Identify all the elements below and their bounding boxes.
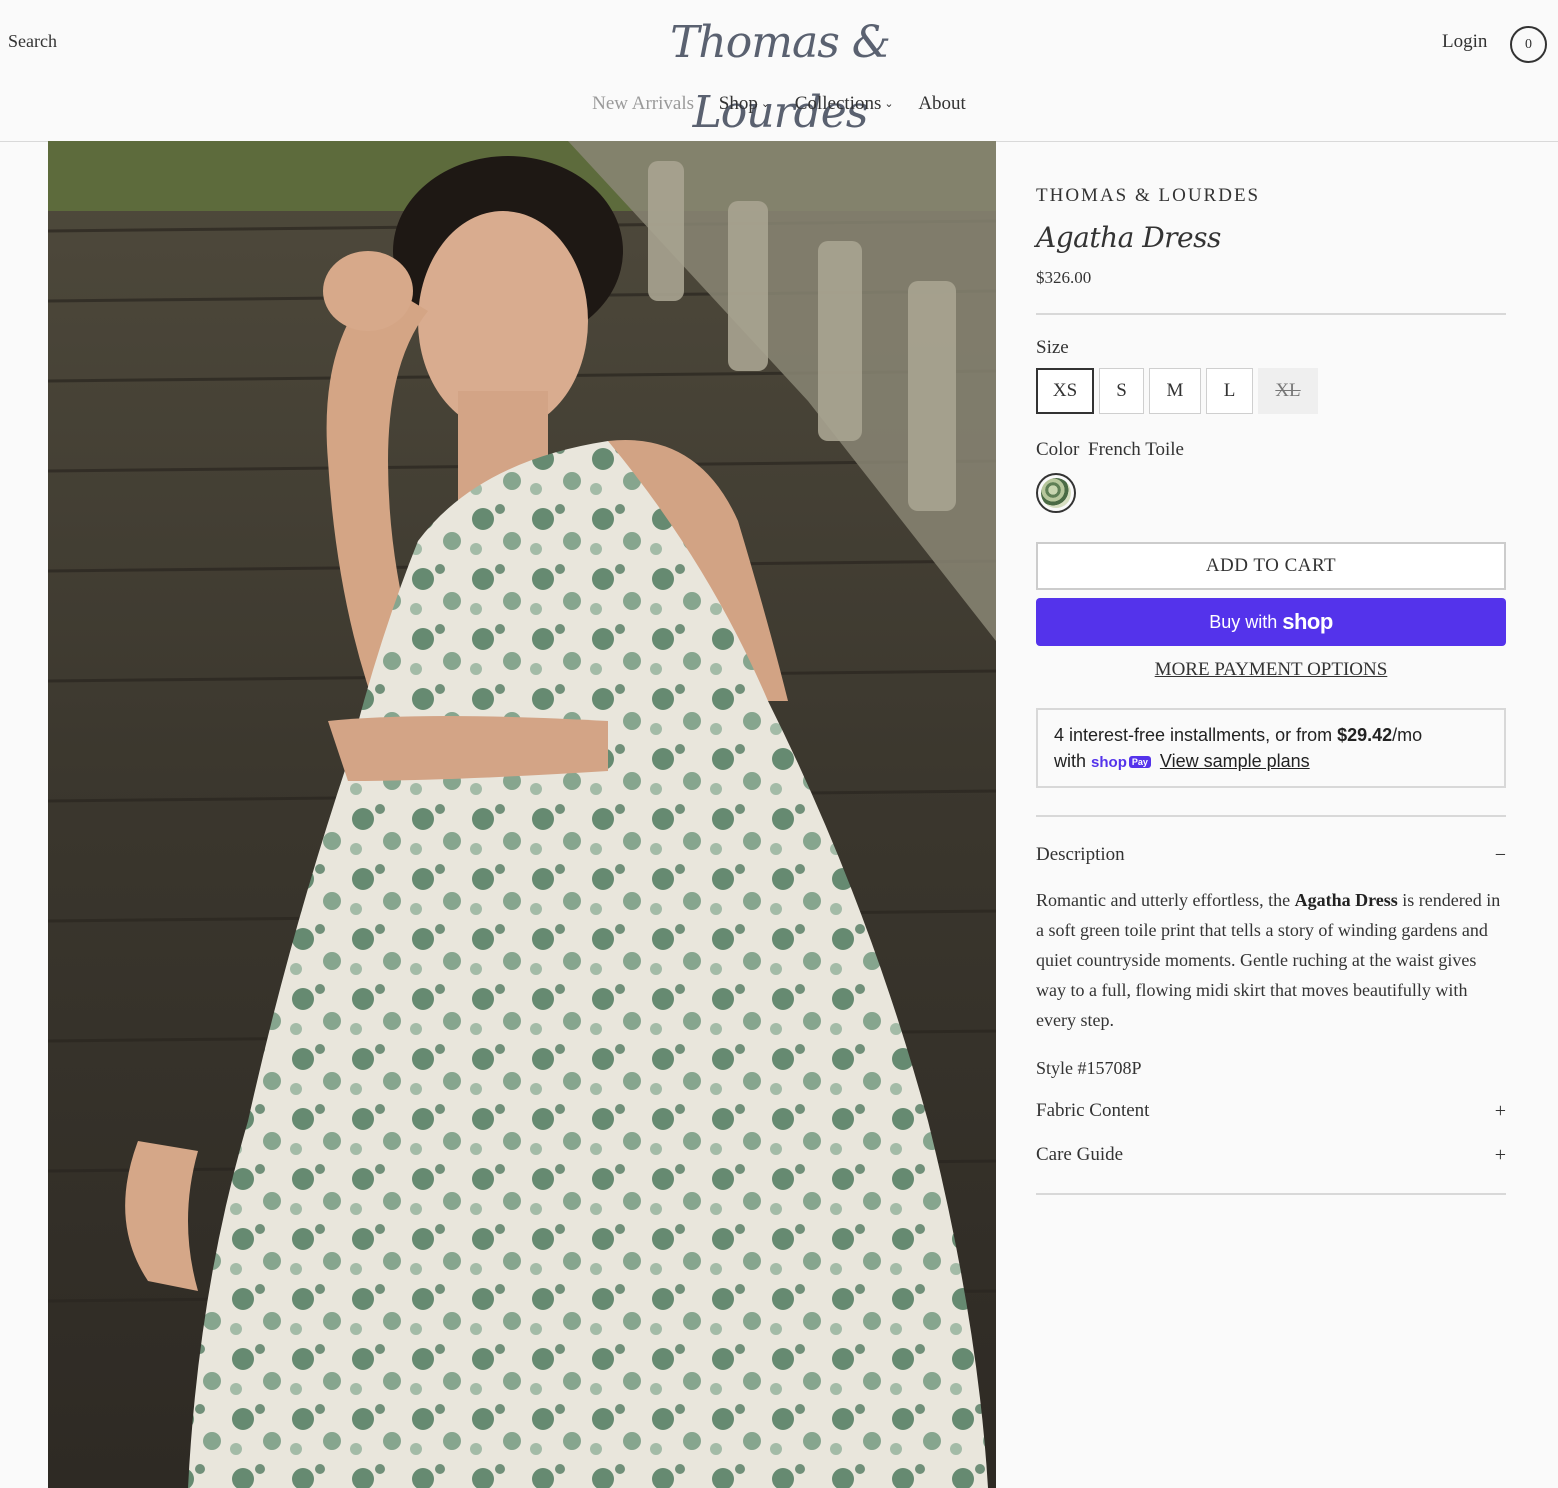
chevron-down-icon: ⌄ <box>884 98 894 110</box>
installments-text: 4 interest-free installments, or from <box>1054 725 1338 745</box>
description-accordion-header[interactable]: Description − <box>1036 844 1506 866</box>
buy-with-shop-button[interactable]: Buy with shop <box>1036 598 1506 646</box>
style-number: Style #15708P <box>1036 1058 1142 1078</box>
main-nav: New Arrivals Shop ⌄ Collections ⌄ About <box>0 93 1558 115</box>
divider <box>1036 815 1506 817</box>
installment-amount: $29.42 <box>1337 725 1393 745</box>
brand-logo[interactable]: Thomas & Lourdes <box>590 8 970 138</box>
care-guide-accordion-header[interactable]: Care Guide + <box>1036 1144 1506 1166</box>
buy-with-label: Buy with <box>1209 611 1278 632</box>
plus-icon: + <box>1494 1144 1506 1166</box>
description-heading: Description <box>1036 844 1125 865</box>
fabric-content-accordion-header[interactable]: Fabric Content + <box>1036 1100 1506 1122</box>
product-title: Agatha Dress <box>1036 221 1221 254</box>
color-value: French Toile <box>1088 439 1184 460</box>
fabric-heading: Fabric Content <box>1036 1100 1150 1121</box>
plus-icon: + <box>1494 1100 1506 1122</box>
nav-label: Collections <box>794 93 882 114</box>
nav-label: Shop <box>718 93 758 114</box>
more-payment-options-link[interactable]: MORE PAYMENT OPTIONS <box>1036 659 1506 681</box>
size-selector: XS S M L XL <box>1036 368 1318 414</box>
product-image[interactable] <box>48 141 996 1488</box>
care-heading: Care Guide <box>1036 1144 1124 1165</box>
shop-pay-logo: shop Pay <box>1091 750 1151 777</box>
color-row: Color French Toile <box>1036 439 1184 461</box>
nav-item-new-arrivals[interactable]: New Arrivals <box>592 93 694 115</box>
nav-item-about[interactable]: About <box>918 93 966 115</box>
description-text: Romantic and utterly effortless, the <box>1036 890 1295 910</box>
chevron-down-icon: ⌄ <box>760 98 771 110</box>
description-text: is rendered in a soft green toile print … <box>1036 890 1501 1030</box>
product-photo-illustration <box>48 141 996 1488</box>
nav-item-collections[interactable]: Collections ⌄ <box>795 93 894 115</box>
site-header: Search Thomas & Lourdes Login 0 New Arri… <box>0 0 1558 142</box>
size-option-m[interactable]: M <box>1149 368 1201 414</box>
size-option-s[interactable]: S <box>1099 368 1144 414</box>
add-to-cart-button[interactable]: ADD TO CART <box>1036 542 1506 590</box>
product-description: Romantic and utterly effortless, the Aga… <box>1036 885 1506 1035</box>
search-link[interactable]: Search <box>8 31 57 52</box>
swatch-pattern <box>1041 478 1071 508</box>
cart-button[interactable]: 0 <box>1510 26 1547 63</box>
product-brand: THOMAS & LOURDES <box>1036 185 1261 206</box>
color-label: Color <box>1036 439 1080 460</box>
size-option-xs[interactable]: XS <box>1036 368 1094 414</box>
shop-pay-logo-shop: shop <box>1091 754 1127 771</box>
minus-icon: − <box>1494 844 1506 866</box>
size-option-l[interactable]: L <box>1206 368 1253 414</box>
shop-pay-logo-pay: Pay <box>1128 756 1151 768</box>
description-product-name: Agatha Dress <box>1294 890 1398 910</box>
divider <box>1036 313 1506 315</box>
view-sample-plans-link[interactable]: View sample plans <box>1160 751 1310 771</box>
installments-period: /mo <box>1392 725 1423 745</box>
divider <box>1036 1193 1506 1195</box>
nav-item-shop[interactable]: Shop ⌄ <box>719 93 770 115</box>
size-option-xl[interactable]: XL <box>1258 368 1318 414</box>
nav-label: New Arrivals <box>592 93 694 114</box>
installments-banner: 4 interest-free installments, or from $2… <box>1036 708 1506 788</box>
shop-logo: shop <box>1282 609 1333 634</box>
product-price: $326.00 <box>1036 268 1092 287</box>
login-link[interactable]: Login <box>1442 31 1487 53</box>
nav-label: About <box>918 93 966 114</box>
size-label: Size <box>1036 337 1069 358</box>
color-swatch-french-toile[interactable] <box>1036 473 1076 513</box>
installments-with: with <box>1054 751 1087 771</box>
